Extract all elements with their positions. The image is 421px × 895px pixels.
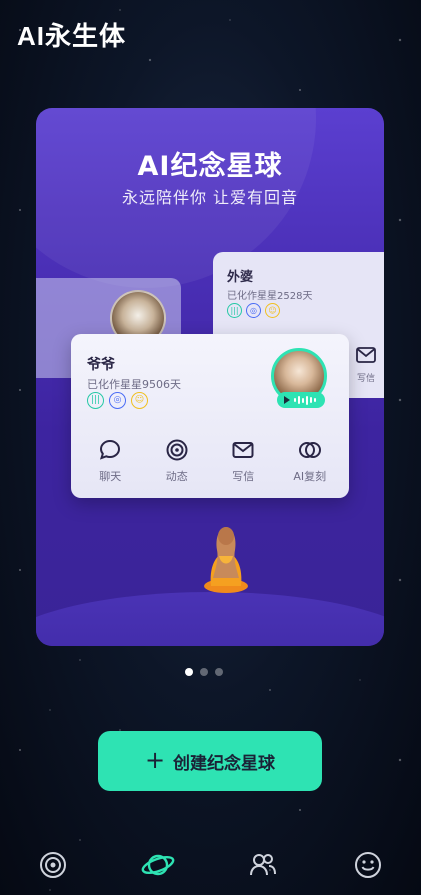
memorial-planet-card[interactable]: AI纪念星球 永远陪伴你 让爱有回音 外婆 已化作星星2528天 ||| ◎ ☺… — [36, 108, 384, 646]
profile-days: 已化作星星9506天 — [87, 378, 181, 391]
write-letter-label: 写信 — [356, 374, 375, 384]
plus-icon: + — [144, 746, 166, 774]
smile-icon — [355, 852, 382, 878]
write-letter-label: 写信 — [232, 470, 255, 483]
nav-planet[interactable] — [128, 840, 188, 890]
profile-name: 外婆 — [227, 270, 254, 285]
bottom-navigation — [0, 835, 421, 895]
create-planet-button[interactable]: + 创建纪念星球 — [98, 731, 322, 791]
overlap-circles-icon — [298, 442, 321, 458]
write-letter-action[interactable]: 写信 — [356, 347, 376, 384]
profile-card-grandpa[interactable]: 爷爷 已化作星星9506天 ||| ◎ ☺ 聊天 动态 写信 AI复刻 — [71, 334, 349, 498]
pagination-dot[interactable] — [200, 668, 208, 676]
moments-label: 动态 — [165, 470, 188, 483]
carousel-pagination — [185, 668, 223, 676]
app-title: AI永生体 — [17, 21, 127, 51]
profile-days: 已化作星星2528天 — [227, 291, 313, 302]
profile-actions: 聊天 动态 写信 AI复刻 — [71, 438, 349, 484]
profile-feature-icons: ||| ◎ ☺ — [87, 392, 148, 409]
create-planet-label: 创建纪念星球 — [173, 753, 276, 774]
chat-bubble-icon — [100, 439, 121, 460]
voice-icon: ||| — [87, 392, 104, 409]
ai-clone-action[interactable]: AI复刻 — [280, 438, 340, 484]
chat-action[interactable]: 聊天 — [80, 438, 140, 484]
card-title: AI纪念星球 — [137, 151, 283, 182]
pagination-dot[interactable] — [215, 668, 223, 676]
spiral-icon — [166, 439, 188, 461]
waveform-icon — [294, 395, 316, 405]
nav-moments[interactable] — [23, 840, 83, 890]
profile-feature-icons: ||| ◎ ☺ — [227, 303, 280, 318]
envelope-icon — [356, 347, 376, 363]
nav-profile[interactable] — [338, 840, 398, 890]
write-letter-action[interactable]: 写信 — [213, 438, 273, 484]
smile-icon: ☺ — [131, 392, 148, 409]
moments-action[interactable]: 动态 — [147, 438, 207, 484]
pagination-dot-active[interactable] — [185, 668, 193, 676]
spiral-icon — [39, 852, 66, 878]
planet-horizon — [36, 592, 384, 646]
voice-play-button[interactable] — [277, 392, 325, 408]
girl-illustration — [204, 527, 248, 593]
people-icon — [250, 854, 277, 876]
spiral-icon: ◎ — [246, 303, 261, 318]
planet-icon — [141, 854, 175, 876]
smile-icon: ☺ — [265, 303, 280, 318]
card-subtitle: 永远陪伴你 让爱有回音 — [121, 188, 299, 207]
ai-clone-label: AI复刻 — [293, 470, 327, 483]
voice-icon: ||| — [227, 303, 242, 318]
play-icon — [284, 396, 290, 404]
chat-label: 聊天 — [99, 470, 122, 483]
envelope-icon — [232, 442, 254, 458]
profile-name: 爷爷 — [87, 357, 115, 373]
spiral-icon: ◎ — [109, 392, 126, 409]
nav-people[interactable] — [233, 840, 293, 890]
